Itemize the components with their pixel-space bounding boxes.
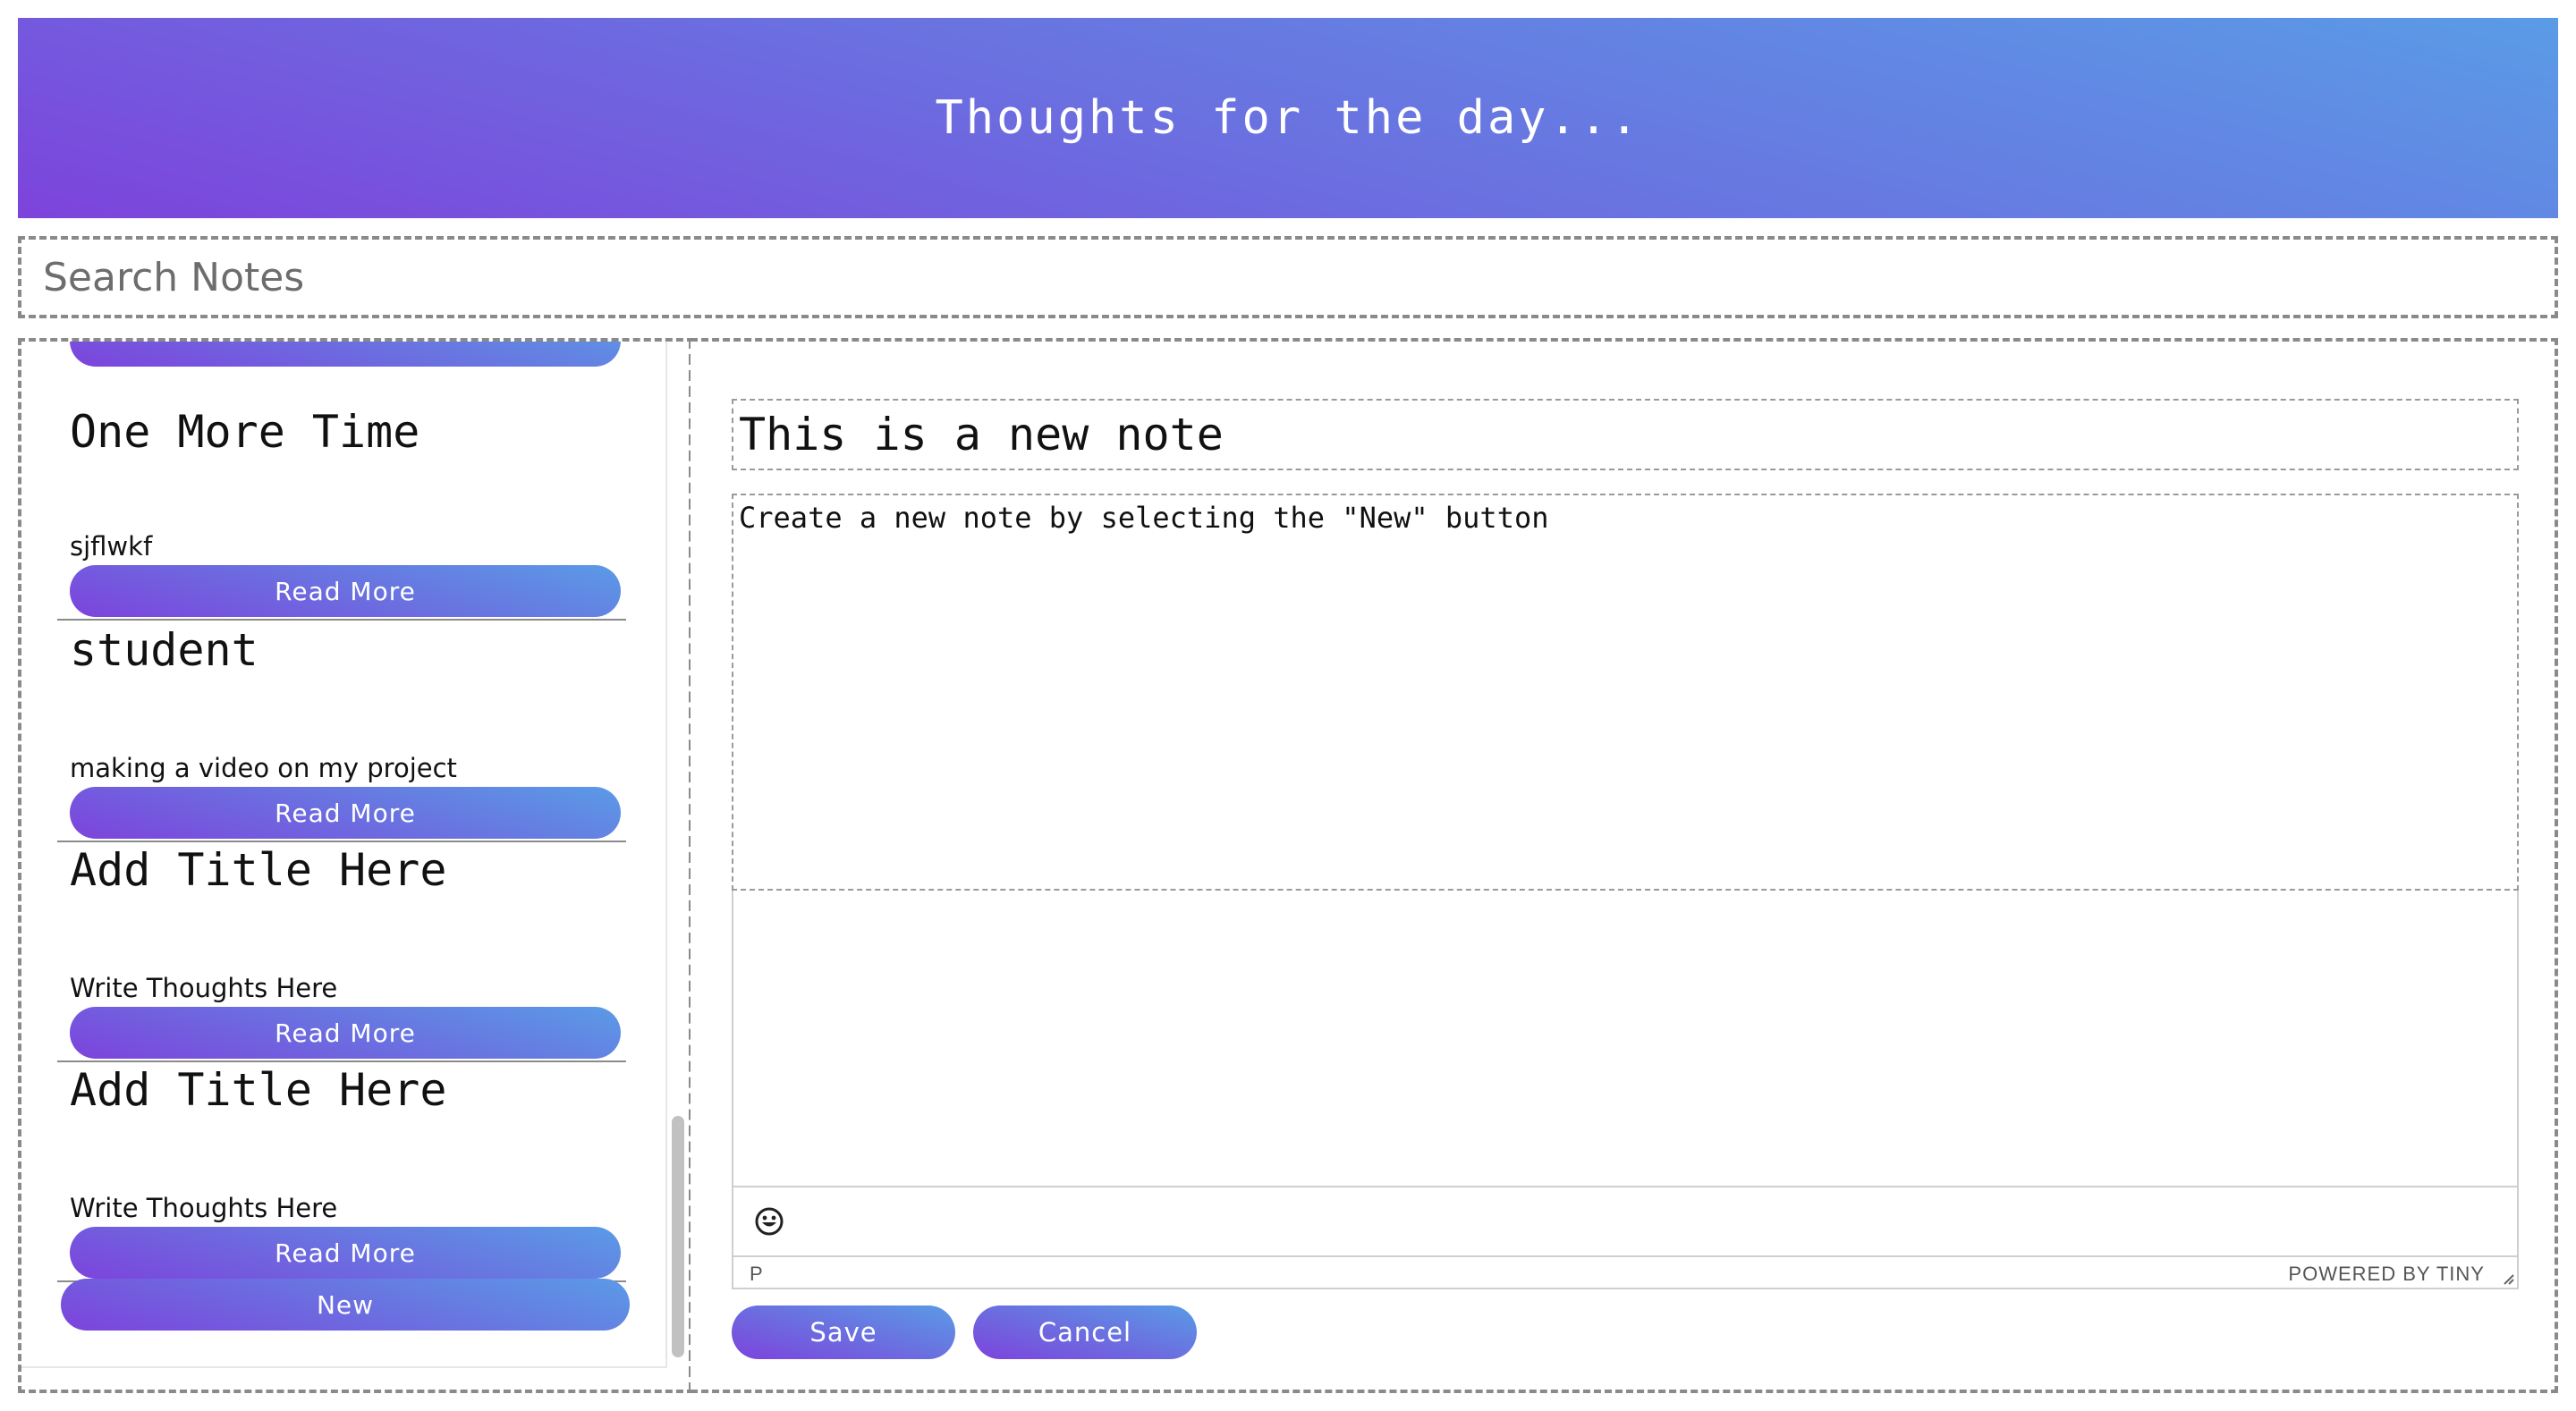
search-input[interactable] xyxy=(21,240,2555,315)
note-item: Add Title Here Write Thoughts Here Read … xyxy=(57,1064,626,1282)
app-header: Thoughts for the day... xyxy=(18,18,2558,218)
note-body-textarea[interactable]: Create a new note by selecting the "New"… xyxy=(732,494,2519,891)
read-more-button[interactable]: Read More xyxy=(70,565,621,617)
note-title: Add Title Here xyxy=(70,1064,447,1116)
note-item: Add Title Here Write Thoughts Here Read … xyxy=(57,844,626,1062)
new-note-button[interactable]: New xyxy=(61,1279,630,1331)
resize-handle-icon[interactable] xyxy=(2499,1270,2515,1286)
rich-text-editor-area[interactable] xyxy=(732,891,2519,1187)
note-title: One More Time xyxy=(70,406,420,458)
editor-toolbar xyxy=(732,1187,2519,1255)
note-item: One More Time sjflwkf Read More xyxy=(57,377,626,621)
editor-statusbar: P POWERED BY TINY xyxy=(732,1255,2519,1289)
scrollbar-thumb[interactable] xyxy=(672,1116,684,1357)
search-box[interactable] xyxy=(18,236,2558,318)
editor-panel: This is a new note Create a new note by … xyxy=(691,338,2558,1393)
read-more-button[interactable] xyxy=(70,342,621,367)
note-body: Write Thoughts Here xyxy=(70,973,338,1003)
note-title: Add Title Here xyxy=(70,844,447,896)
cancel-button[interactable]: Cancel xyxy=(973,1305,1197,1359)
note-body: making a video on my project xyxy=(70,753,457,783)
read-more-button[interactable]: Read More xyxy=(70,1227,621,1279)
note-item: student making a video on my project Rea… xyxy=(57,624,626,842)
notes-list[interactable]: One More Time sjflwkf Read More student … xyxy=(21,342,667,1368)
read-more-button[interactable]: Read More xyxy=(70,787,621,839)
note-body: Write Thoughts Here xyxy=(70,1193,338,1223)
save-button[interactable]: Save xyxy=(732,1305,955,1359)
page-title: Thoughts for the day... xyxy=(935,91,1641,145)
note-title: student xyxy=(70,624,258,676)
note-title-input[interactable]: This is a new note xyxy=(732,399,2519,470)
note-body: sjflwkf xyxy=(70,531,153,562)
element-path[interactable]: P xyxy=(750,1263,763,1286)
read-more-button[interactable]: Read More xyxy=(70,1007,621,1059)
notes-sidebar: One More Time sjflwkf Read More student … xyxy=(18,338,694,1393)
powered-by-link[interactable]: POWERED BY TINY xyxy=(2288,1263,2485,1286)
emoji-icon[interactable] xyxy=(753,1205,785,1238)
